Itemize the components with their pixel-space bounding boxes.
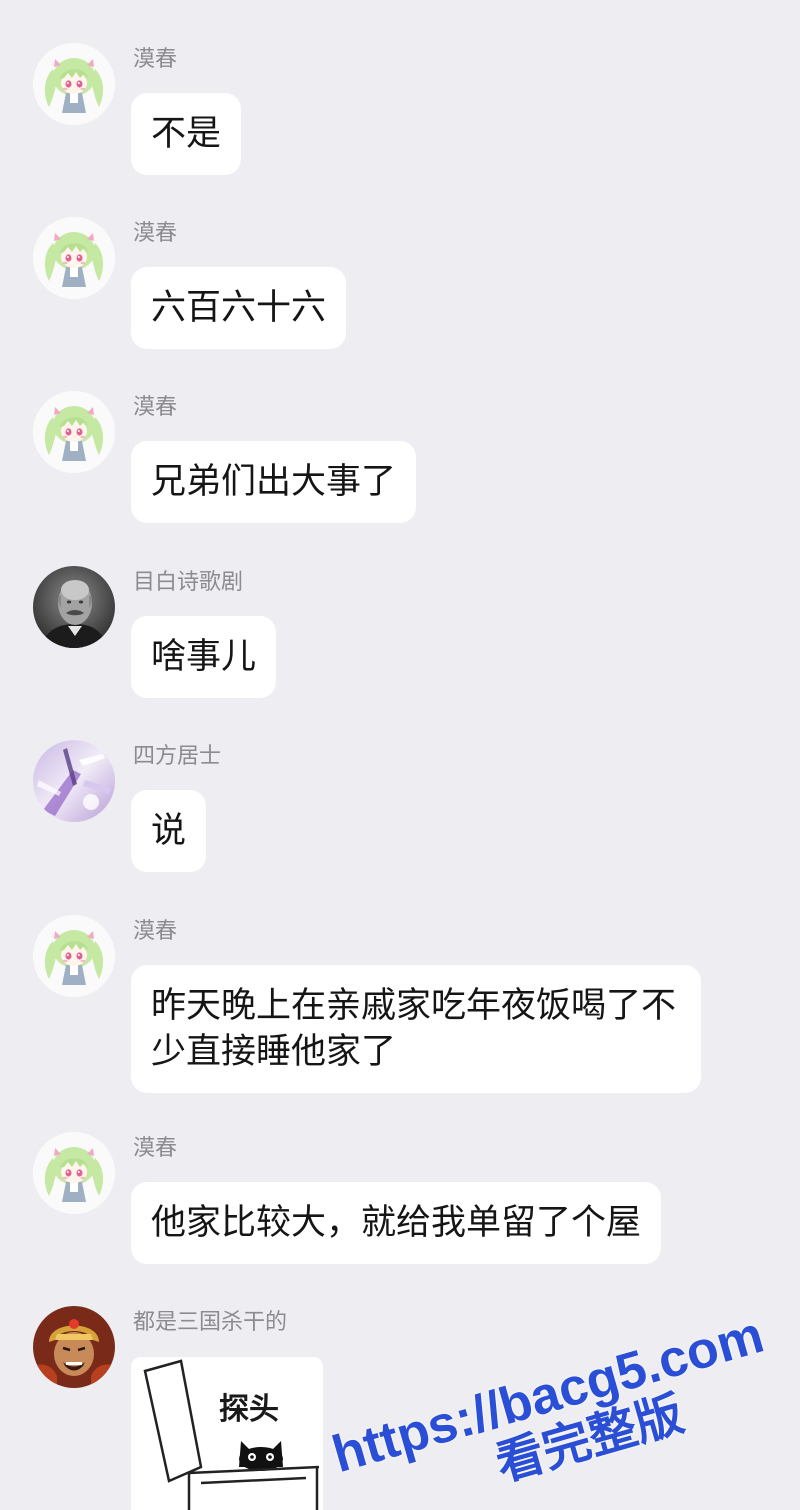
sender-name: 漠春 [133, 1136, 178, 1161]
anime-girl-avatar[interactable] [33, 43, 115, 125]
sticker-caption: 探头 [219, 1392, 279, 1427]
purple-abstract-avatar[interactable] [33, 740, 115, 822]
sender-name: 漠春 [133, 221, 178, 246]
sticker-image[interactable]: 探头 [131, 1357, 323, 1510]
message-bubble[interactable]: 说 [131, 790, 207, 872]
anime-girl-icon [33, 217, 115, 299]
chat-history[interactable]: 漠春 不是 漠春 六百六十六 漠春 兄弟们出大事了 目白诗歌剧 啥事儿 四方居士… [0, 0, 800, 1510]
anime-girl-avatar[interactable] [33, 217, 115, 299]
anime-girl-avatar[interactable] [33, 915, 115, 997]
warrior-icon [33, 1306, 115, 1388]
sender-name: 漠春 [133, 395, 178, 420]
chat-message: 漠春 他家比较大，就给我单留了个屋 [0, 1132, 800, 1264]
anime-girl-avatar[interactable] [33, 391, 115, 473]
anime-girl-avatar[interactable] [33, 1132, 115, 1214]
chat-message: 目白诗歌剧 啥事儿 [0, 566, 800, 698]
purple-abstract-icon [33, 740, 115, 822]
cat-in-box-sticker-icon: 探头 [131, 1357, 323, 1510]
message-bubble[interactable]: 他家比较大，就给我单留了个屋 [131, 1182, 662, 1264]
sender-name: 目白诗歌剧 [133, 570, 244, 595]
message-bubble[interactable]: 六百六十六 [131, 267, 347, 349]
old-man-portrait-icon [33, 566, 115, 648]
anime-girl-icon [33, 1132, 115, 1214]
chat-message: 四方居士 说 [0, 740, 800, 872]
sender-name: 漠春 [133, 47, 178, 72]
chat-message: 漠春 昨天晚上在亲戚家吃年夜饭喝了不少直接睡他家了 [0, 915, 800, 1093]
anime-girl-icon [33, 391, 115, 473]
chat-message: 漠春 兄弟们出大事了 [0, 391, 800, 523]
anime-girl-icon [33, 915, 115, 997]
sender-name: 四方居士 [133, 744, 222, 769]
sender-name: 漠春 [133, 919, 178, 944]
old-man-portrait-avatar[interactable] [33, 566, 115, 648]
anime-girl-icon [33, 43, 115, 125]
message-bubble[interactable]: 昨天晚上在亲戚家吃年夜饭喝了不少直接睡他家了 [131, 965, 701, 1093]
message-bubble[interactable]: 兄弟们出大事了 [131, 441, 417, 523]
chat-message: 漠春 六百六十六 [0, 217, 800, 349]
sender-name: 都是三国杀干的 [133, 1310, 288, 1335]
message-bubble[interactable]: 不是 [131, 93, 242, 175]
warrior-avatar[interactable] [33, 1306, 115, 1388]
chat-message: 都是三国杀干的 探头 [0, 1306, 800, 1510]
message-bubble[interactable]: 啥事儿 [131, 616, 277, 698]
chat-message: 漠春 不是 [0, 43, 800, 175]
